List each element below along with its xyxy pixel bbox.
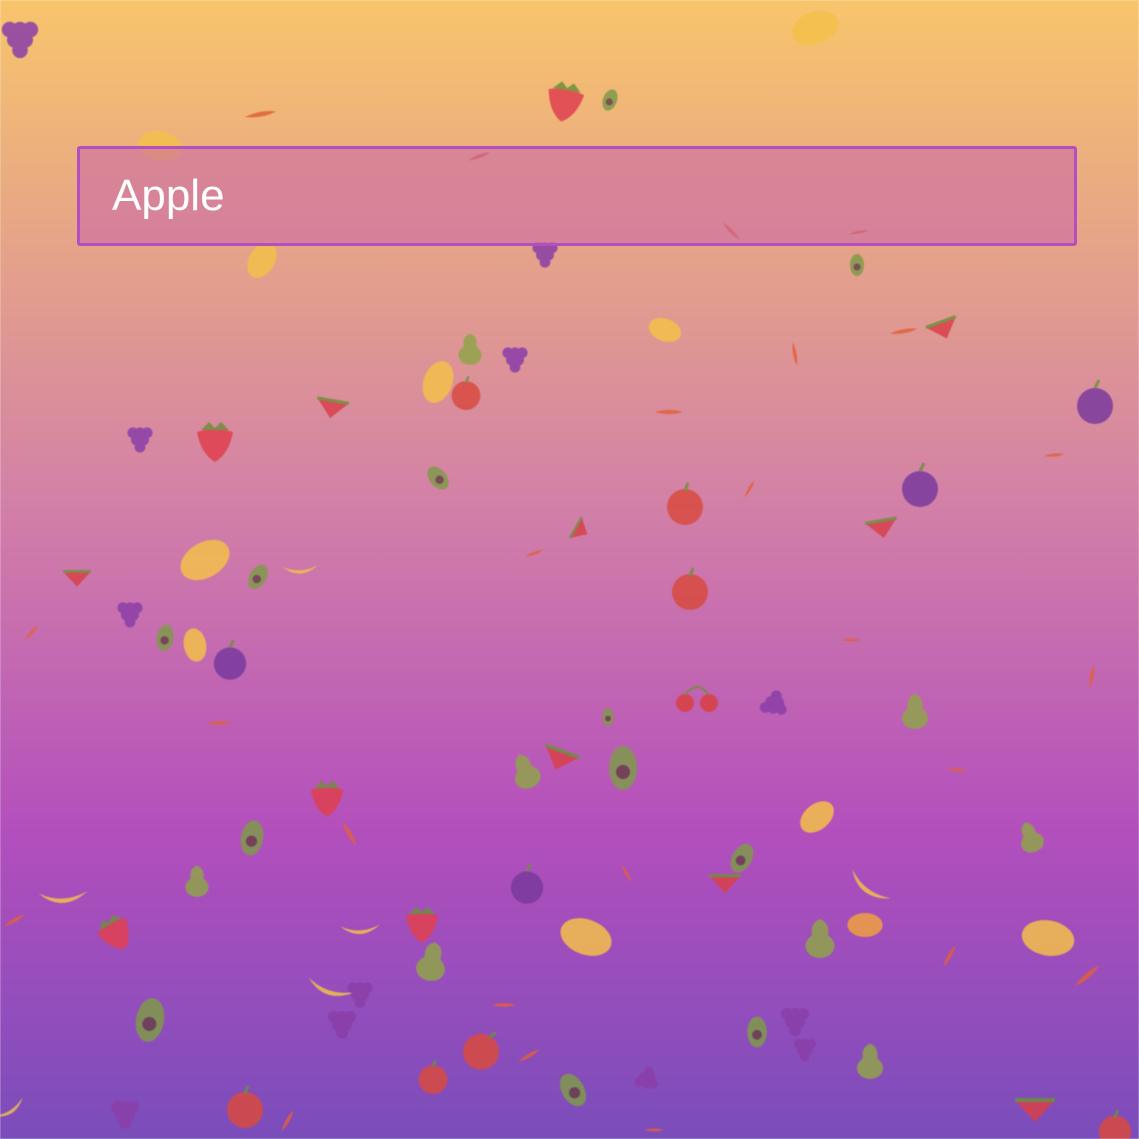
orange-icon xyxy=(847,913,883,937)
avocado-icon xyxy=(747,1016,767,1048)
avocado-icon xyxy=(602,708,614,726)
search-box[interactable] xyxy=(77,146,1077,246)
avocado-icon xyxy=(850,254,864,276)
avocado-icon xyxy=(609,746,637,790)
search-input[interactable] xyxy=(80,149,1074,243)
fruit-background-scene xyxy=(0,0,1139,1139)
